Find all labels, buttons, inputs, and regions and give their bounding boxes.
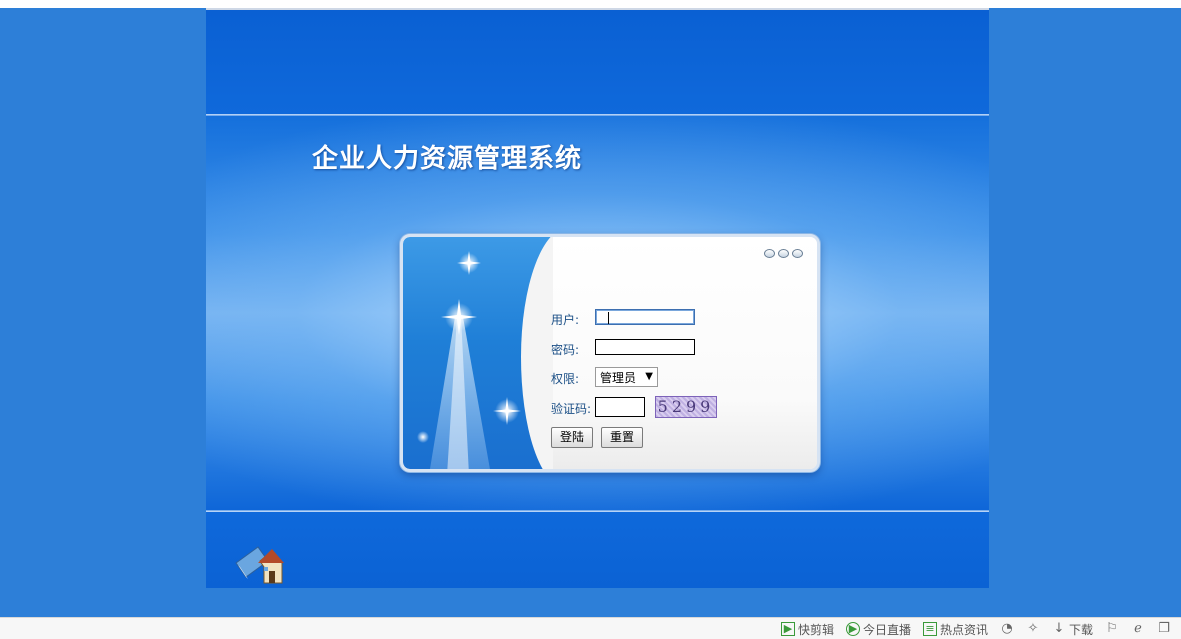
password-row: 密码: xyxy=(551,339,815,359)
toolbar-label: 今日直播 xyxy=(862,622,911,637)
toolbar-item-flag[interactable]: ⚐ xyxy=(1105,622,1119,636)
password-input[interactable] xyxy=(595,339,695,355)
page-title: 企业人力资源管理系统 xyxy=(312,144,583,174)
news-icon: ≡ xyxy=(922,622,937,636)
toolbar-item-window[interactable]: ❐ xyxy=(1157,622,1171,636)
role-selected-value: 管理员 xyxy=(600,370,637,385)
captcha-image[interactable]: 5299 xyxy=(655,396,717,418)
login-button[interactable]: 登陆 xyxy=(551,427,594,448)
play-box-icon: ▶ xyxy=(780,622,795,636)
ie-icon: ℯ xyxy=(1134,621,1142,636)
play-circle-icon: ▶ xyxy=(845,622,860,636)
window-dot-icon xyxy=(778,249,789,258)
role-label: 权限: xyxy=(551,372,580,386)
toolbar-item-pin[interactable]: ✧ xyxy=(1026,622,1040,636)
toolbar-item-speed[interactable]: ◔ xyxy=(1000,622,1014,636)
browser-status-bar: ▶ 快剪辑 ▶ 今日直播 ≡ 热点资讯 ◔ ✧ ↓ 下载 ⚐ ℯ ❐ xyxy=(0,617,1181,639)
login-page: 企业人力资源管理系统 用户: 密码: 权限: 管理员 ▼ 验证码: 5299 登… xyxy=(206,8,989,588)
window-icon: ❐ xyxy=(1158,621,1170,636)
toolbar-item-quick-edit[interactable]: ▶ 快剪辑 xyxy=(780,621,834,638)
dropdown-arrow-icon: ▼ xyxy=(645,371,653,382)
username-row: 用户: xyxy=(551,309,815,329)
home-book-icon xyxy=(235,546,284,584)
speed-icon: ◔ xyxy=(1001,621,1013,636)
toolbar-item-news[interactable]: ≡ 热点资讯 xyxy=(922,621,988,638)
toolbar-label: 下载 xyxy=(1068,622,1093,637)
window-controls xyxy=(764,249,803,258)
login-card: 用户: 密码: 权限: 管理员 ▼ 验证码: 5299 登陆 重置 xyxy=(400,234,820,472)
button-row: 登陆 重置 xyxy=(551,427,815,448)
text-cursor-icon xyxy=(608,312,609,324)
footer-band xyxy=(206,512,989,588)
captcha-row: 验证码: 5299 xyxy=(551,396,815,418)
role-select[interactable]: 管理员 ▼ xyxy=(595,367,658,387)
browser-toolbar: ▶ 快剪辑 ▶ 今日直播 ≡ 热点资讯 ◔ ✧ ↓ 下载 ⚐ ℯ ❐ xyxy=(780,618,1171,639)
reset-button[interactable]: 重置 xyxy=(601,427,644,448)
top-strip xyxy=(0,0,1181,8)
toolbar-label: 快剪辑 xyxy=(797,622,834,637)
window-dot-icon xyxy=(792,249,803,258)
header-band xyxy=(206,10,989,114)
username-input[interactable] xyxy=(595,309,695,325)
username-label: 用户: xyxy=(551,313,580,327)
captcha-label: 验证码: xyxy=(551,402,592,416)
password-label: 密码: xyxy=(551,343,580,357)
pin-icon: ✧ xyxy=(1027,621,1039,636)
window-dot-icon xyxy=(764,249,775,258)
download-icon: ↓ xyxy=(1053,621,1065,636)
toolbar-label: 热点资讯 xyxy=(939,622,988,637)
flag-icon: ⚐ xyxy=(1106,621,1118,636)
toolbar-item-ie[interactable]: ℯ xyxy=(1131,622,1145,636)
captcha-input[interactable] xyxy=(595,397,645,417)
toolbar-item-download[interactable]: ↓ 下载 xyxy=(1052,621,1093,638)
role-row: 权限: 管理员 ▼ xyxy=(551,367,815,387)
toolbar-item-live[interactable]: ▶ 今日直播 xyxy=(845,621,911,638)
login-form: 用户: 密码: 权限: 管理员 ▼ 验证码: 5299 登陆 重置 xyxy=(551,237,817,469)
